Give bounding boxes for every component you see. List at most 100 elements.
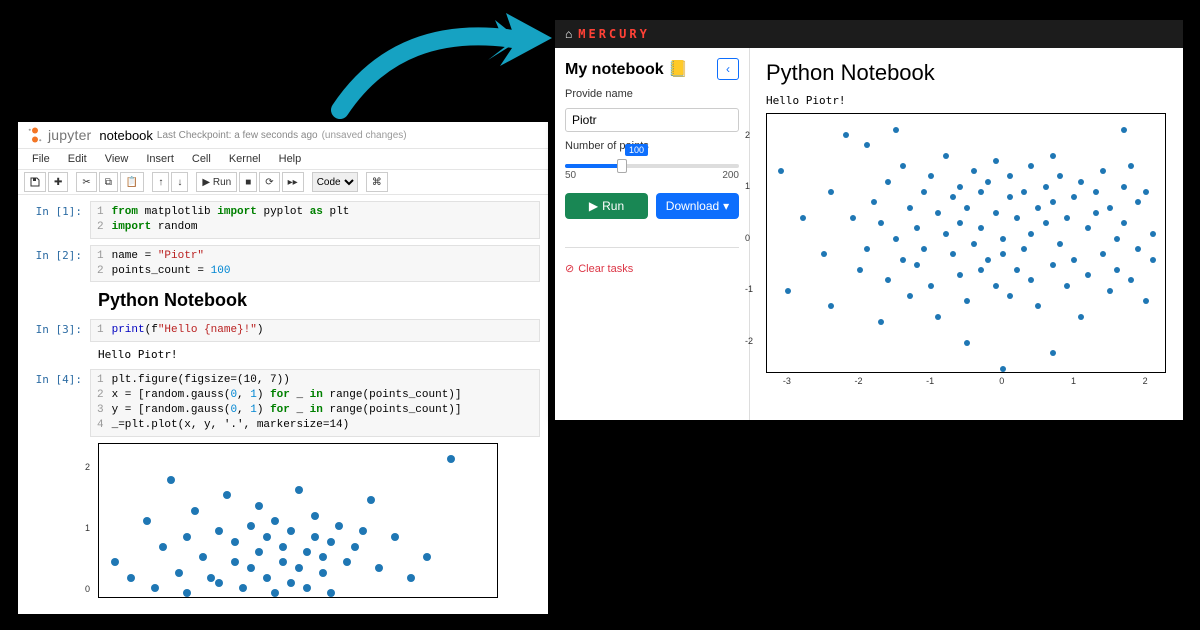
xtick: 1 [1071,376,1076,386]
scatter-point [271,517,279,525]
jp-ytick: 2 [85,462,90,472]
jupyter-body: In [1]: 1from matplotlib import pyplot a… [18,195,548,598]
cell-type-select[interactable]: Code [312,172,358,192]
scatter-point [1021,189,1027,195]
menu-cell[interactable]: Cell [192,153,211,165]
scatter-point [183,533,191,541]
scatter-point [957,220,963,226]
copy-icon[interactable]: ⧉ [99,172,118,192]
scatter-point [1028,163,1034,169]
code-cell-2[interactable]: In [2]: 1name = "Piotr" 2points_count = … [26,245,540,283]
scatter-point [247,522,255,530]
code-2[interactable]: 1name = "Piotr" 2points_count = 100 [90,245,540,283]
ytick: 0 [745,233,750,243]
scatter-point [921,246,927,252]
scatter-point [893,236,899,242]
menu-insert[interactable]: Insert [146,153,174,165]
scatter-point [231,538,239,546]
home-icon[interactable]: ⌂ [565,27,572,41]
ytick: 2 [745,130,750,140]
scatter-point [1000,251,1006,257]
scatter-point [964,298,970,304]
code-1[interactable]: 1from matplotlib import pyplot as plt 2i… [90,201,540,239]
scatter-point [935,314,941,320]
paste-icon[interactable]: 📋 [120,172,144,192]
scatter-point [957,184,963,190]
scatter-point [447,455,455,463]
menu-file[interactable]: File [32,153,50,165]
scatter-point [151,584,159,592]
scatter-point [327,538,335,546]
jupyter-brand-text: jupyter [48,127,91,143]
scatter-point [907,293,913,299]
scatter-point [885,277,891,283]
scatter-point [287,527,295,535]
scatter-point [279,558,287,566]
scatter-point [1050,262,1056,268]
scatter-point [985,179,991,185]
prompt-2: In [2]: [26,245,90,283]
move-down-icon[interactable]: ↓ [171,172,188,192]
scatter-point [1000,236,1006,242]
scatter-point [828,303,834,309]
scatter-point [343,558,351,566]
code-3[interactable]: 1print(f"Hello {name}!") [90,319,540,342]
notebook-title[interactable]: notebook [99,128,153,143]
scatter-point [1078,179,1084,185]
scatter-point [231,558,239,566]
run-button[interactable]: ▶ Run [196,172,237,192]
scatter-point [263,574,271,582]
restart-icon[interactable]: ⟳ [259,172,279,192]
scatter-point [1121,184,1127,190]
name-input[interactable] [565,108,739,132]
cut-icon[interactable]: ✂ [76,172,96,192]
scatter-point [1035,303,1041,309]
mercury-window: ⌂ MERCURY My notebook 📒 ‹ Provide name N… [555,20,1183,420]
code-cell-1[interactable]: In [1]: 1from matplotlib import pyplot a… [26,201,540,239]
interrupt-icon[interactable]: ■ [239,172,257,192]
name-label: Provide name [565,88,739,100]
move-up-icon[interactable]: ↑ [152,172,169,192]
menu-edit[interactable]: Edit [68,153,87,165]
scatter-point [800,215,806,221]
download-button[interactable]: Download▾ [656,193,739,219]
scatter-point [1093,189,1099,195]
menu-help[interactable]: Help [279,153,302,165]
mercury-sidebar: My notebook 📒 ‹ Provide name Number of p… [555,48,750,420]
code-4[interactable]: 1plt.figure(figsize=(10, 7)) 2x = [rando… [90,369,540,436]
scatter-point [993,158,999,164]
scatter-point [907,205,913,211]
code-cell-3[interactable]: In [3]: 1print(f"Hello {name}!") [26,319,540,342]
points-slider[interactable]: 100 50 200 [565,160,739,181]
save-icon[interactable] [24,172,46,192]
scatter-point [971,241,977,247]
slider-thumb[interactable] [617,159,627,173]
restart-run-icon[interactable]: ▸▸ [282,172,304,192]
scatter-point [311,512,319,520]
scatter-point [159,543,167,551]
run-button[interactable]: ▶Run [565,193,648,219]
code-cell-4[interactable]: In [4]: 1plt.figure(figsize=(10, 7)) 2x … [26,369,540,436]
scatter-point [1007,194,1013,200]
clear-tasks-link[interactable]: ⊘ Clear tasks [565,262,739,275]
add-cell-icon[interactable]: ✚ [48,172,68,192]
mercury-plot: 2 1 0 -1 -2 -3 -2 -1 0 1 2 [766,113,1166,373]
scatter-point [971,168,977,174]
scatter-point [1107,288,1113,294]
scatter-point [1000,366,1006,372]
command-palette-icon[interactable]: ⌘ [366,172,388,192]
jp-ytick: 1 [85,523,90,533]
slider-min: 50 [565,170,576,181]
menu-kernel[interactable]: Kernel [229,153,261,165]
scatter-point [191,507,199,515]
ytick: -1 [745,284,753,294]
scatter-point [1050,153,1056,159]
xtick: 2 [1143,376,1148,386]
scatter-point [215,579,223,587]
app-title: My notebook 📒 [565,59,688,79]
collapse-sidebar-button[interactable]: ‹ [717,58,739,80]
scatter-point [1135,199,1141,205]
markdown-cell[interactable]: Python Notebook [98,290,540,311]
menu-view[interactable]: View [105,153,129,165]
scatter-point [255,548,263,556]
